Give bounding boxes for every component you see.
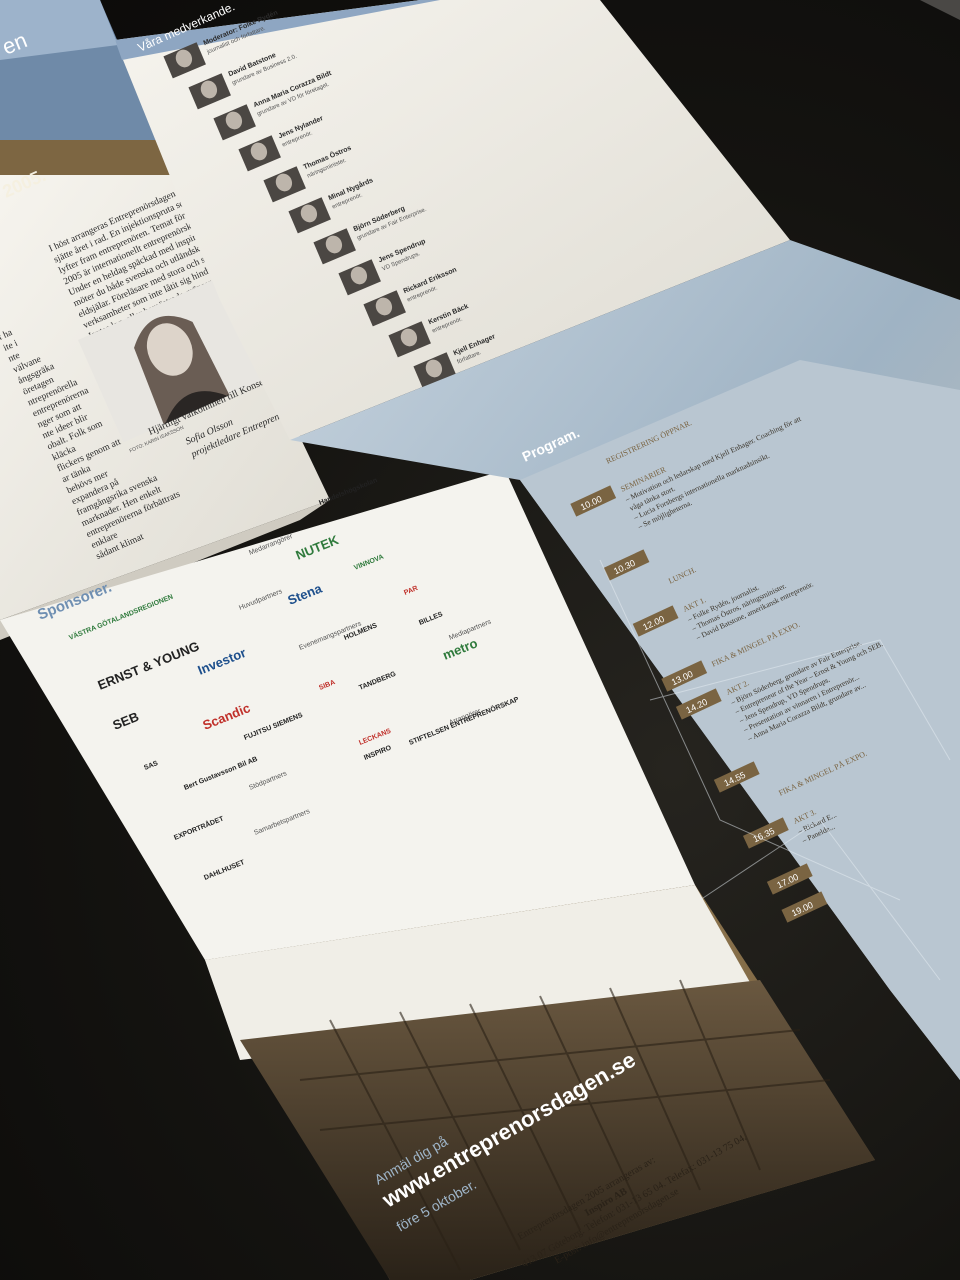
program-item: 19.00 [781, 891, 828, 923]
edge-sheet [920, 0, 960, 20]
sponsor-logo: Handelshögskolan [318, 477, 378, 507]
svg-text:Handelshögskolan: Handelshögskolan [318, 477, 378, 507]
program-item: 17.00 [766, 863, 813, 895]
brochure-photo: en 2005. I höst arrangeras Entreprenörsd… [0, 0, 960, 1280]
